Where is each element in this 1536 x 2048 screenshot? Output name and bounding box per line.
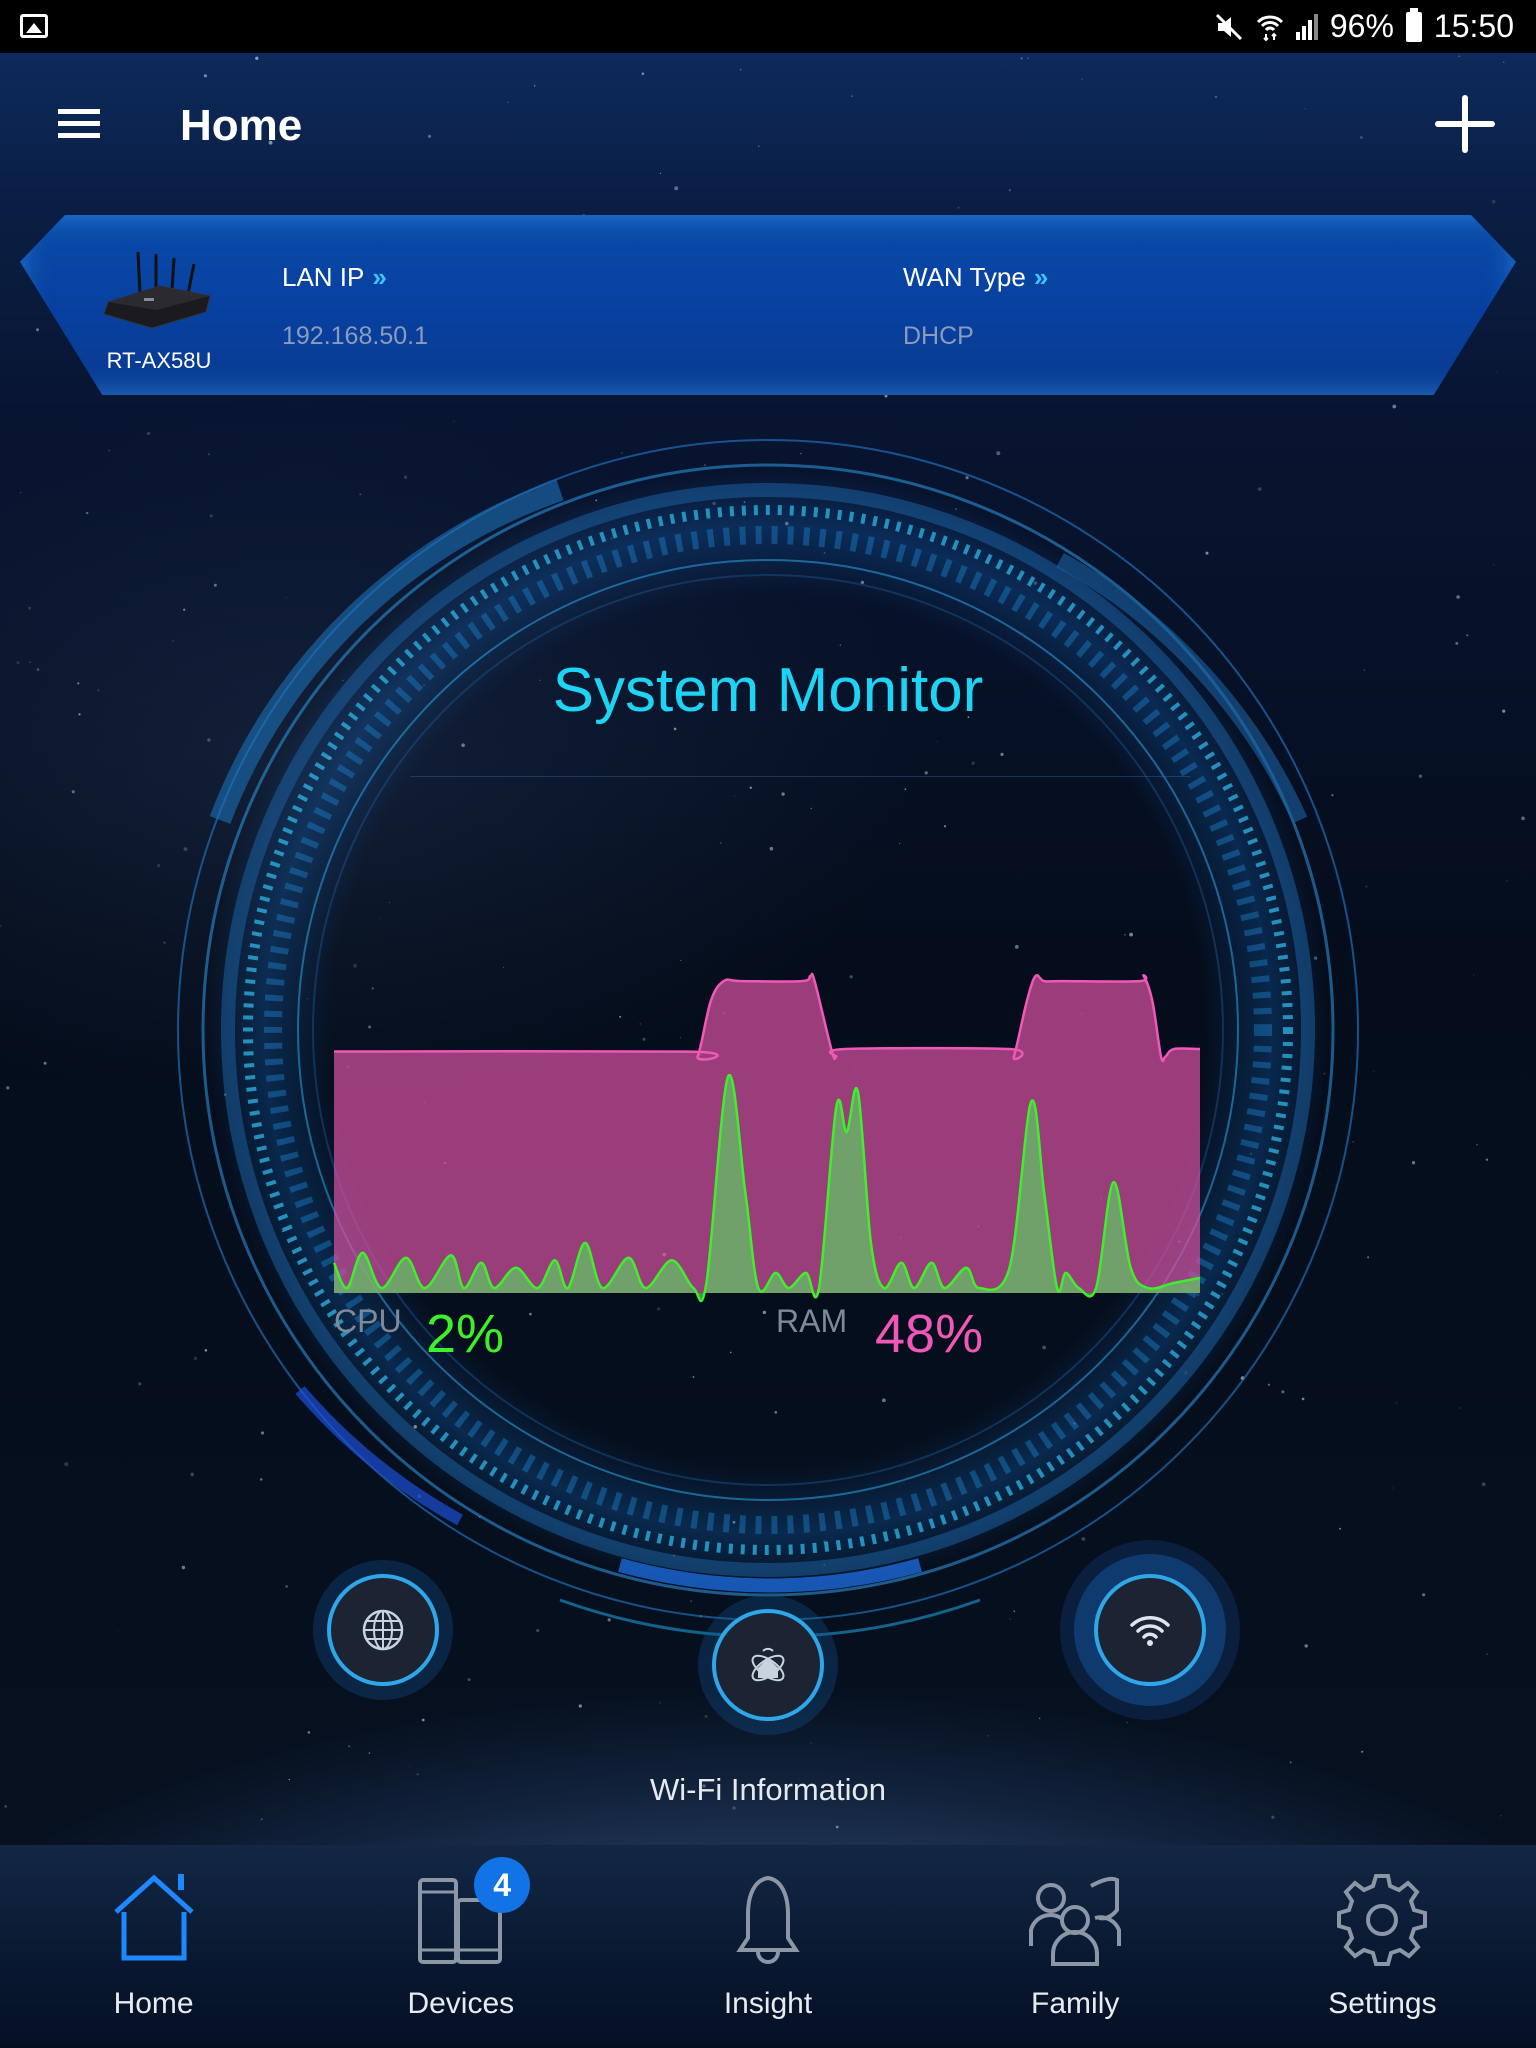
tab-home-label: Home xyxy=(113,1987,194,2020)
tab-devices-label: Devices xyxy=(407,1987,515,2020)
smart-home-icon xyxy=(751,1647,785,1682)
tab-insight-label: Insight xyxy=(723,1987,813,2020)
smart-home-button[interactable] xyxy=(712,1609,824,1721)
ram-area xyxy=(334,973,1200,1293)
tab-settings[interactable]: Settings xyxy=(1229,1845,1536,2048)
bell-icon xyxy=(736,1875,800,1964)
home-icon xyxy=(113,1874,194,1961)
tab-devices[interactable]: 4 Devices xyxy=(307,1845,614,2048)
wifi-information-button[interactable] xyxy=(1094,1574,1206,1686)
wifi-icon xyxy=(1130,1616,1170,1646)
cpu-label: CPU xyxy=(334,1303,402,1339)
gear-icon xyxy=(1337,1874,1428,1966)
ram-value: 48% xyxy=(875,1304,984,1364)
selected-action-label: Wi-Fi Information xyxy=(650,1772,886,1807)
cpu-value: 2% xyxy=(426,1304,505,1364)
tab-family[interactable]: Family xyxy=(922,1845,1229,2048)
tab-settings-label: Settings xyxy=(1328,1987,1437,2020)
tab-family-label: Family xyxy=(1031,1987,1120,2020)
ram-label: RAM xyxy=(776,1303,848,1339)
tab-insight[interactable]: Insight xyxy=(614,1845,921,2048)
family-icon xyxy=(1029,1876,1122,1966)
system-monitor-chart xyxy=(332,972,1201,1303)
devices-count-badge: 4 xyxy=(474,1857,531,1913)
globe-icon xyxy=(362,1609,404,1651)
bottom-navigation: Home 4 Devices Insight Family Settings xyxy=(0,1845,1536,2048)
internet-status-button[interactable] xyxy=(327,1574,439,1686)
tab-home[interactable]: Home xyxy=(0,1845,307,2048)
